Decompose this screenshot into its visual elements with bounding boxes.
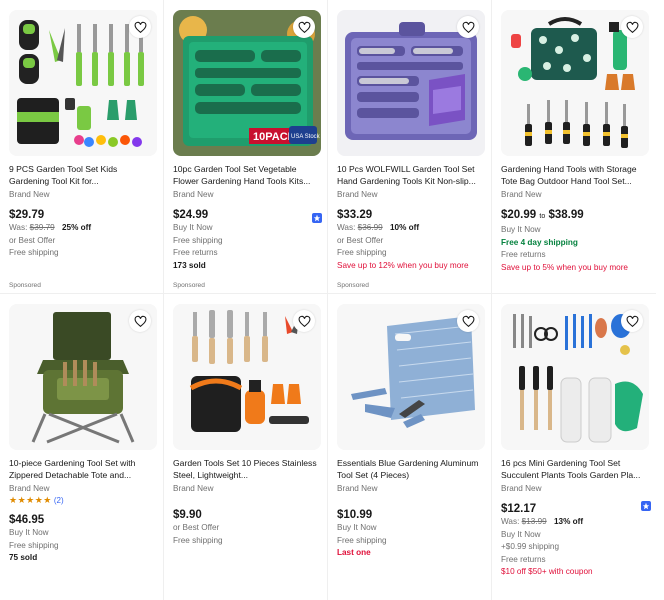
price-range-separator: to (539, 213, 546, 220)
was-label: Was: (9, 223, 28, 232)
buy-it-now-text: Buy It Now (501, 529, 541, 539)
was-label: Was: (501, 517, 520, 526)
was-price: $13.99 (521, 517, 547, 526)
shipping-text: +$0.99 shipping (501, 542, 560, 551)
listing-condition: Brand New (337, 484, 378, 493)
listing-condition: Brand New (173, 190, 214, 199)
search-results-grid: 9 PCS Garden Tool Set Kids Gardening Too… (0, 0, 664, 600)
listing-title[interactable]: 9 PCS Garden Tool Set Kids Gardening Too… (9, 164, 159, 187)
listing-image[interactable] (501, 304, 649, 450)
coupon-text: $10 off $50+ with coupon (501, 567, 593, 576)
shipping-text: Free shipping (9, 248, 59, 257)
watchlist-heart-icon[interactable] (293, 16, 315, 38)
was-price-line: Was: $39.79 25% off (9, 222, 159, 235)
returns-text: Free returns (173, 248, 218, 257)
watchlist-heart-icon[interactable] (457, 16, 479, 38)
listing-title[interactable]: Essentials Blue Gardening Aluminum Tool … (337, 458, 487, 481)
listing-card[interactable]: 10-piece Gardening Tool Set with Zippere… (0, 294, 164, 600)
shipping-text: Free shipping (173, 235, 223, 245)
listing-condition: Brand New (9, 484, 50, 493)
listing-condition: Brand New (501, 190, 542, 199)
listing-title[interactable]: 10-piece Gardening Tool Set with Zippere… (9, 458, 159, 481)
sponsored-label: Sponsored (337, 282, 369, 289)
listing-card[interactable]: Gardening Hand Tools with Storage Tote B… (492, 0, 656, 294)
listing-title[interactable]: 10pc Garden Tool Set Vegetable Flower Ga… (173, 164, 323, 187)
watchlist-heart-icon[interactable] (621, 16, 643, 38)
listing-image[interactable]: 10PACK USA Stock (173, 10, 321, 156)
listing-price: $24.99 (173, 209, 209, 221)
price-high: $38.99 (548, 209, 584, 221)
listing-price: $10.99 (337, 509, 373, 521)
listing-price: $9.90 (173, 509, 202, 521)
sold-count: 75 sold (9, 553, 38, 562)
top-rated-badge-icon (641, 501, 651, 511)
listing-price-range: $20.99 to $38.99 (501, 208, 652, 224)
sponsored-label: Sponsored (9, 282, 41, 289)
listing-image[interactable] (501, 10, 649, 156)
best-offer-text: or Best Offer (173, 523, 220, 532)
discount-badge: 10% off (389, 223, 420, 232)
listing-price: $12.17 (501, 503, 537, 515)
fast-shipping-text: Free 4 day shipping (501, 237, 578, 247)
shipping-text: Free shipping (337, 248, 387, 257)
buy-it-now-text: Buy It Now (337, 523, 377, 532)
watchlist-heart-icon[interactable] (457, 310, 479, 332)
shipping-text: Free shipping (337, 535, 387, 545)
discount-badge: 13% off (553, 517, 584, 526)
listing-condition: Brand New (9, 190, 50, 199)
listing-card[interactable]: 10PACK USA Stock 10pc Garden Tool Set Ve… (164, 0, 328, 294)
sponsored-label: Sponsored (173, 282, 205, 289)
listing-card[interactable]: 16 pcs Mini Gardening Tool Set Succulent… (492, 294, 656, 600)
listing-title[interactable]: Gardening Hand Tools with Storage Tote B… (501, 164, 651, 187)
listing-card[interactable]: 9 PCS Garden Tool Set Kids Gardening Too… (0, 0, 164, 294)
listing-condition: Brand New (501, 484, 542, 493)
listing-price: $29.79 (9, 209, 45, 221)
listing-image[interactable] (337, 304, 485, 450)
best-offer-text: or Best Offer (9, 235, 56, 245)
listing-title[interactable]: Garden Tools Set 10 Pieces Stainless Ste… (173, 458, 323, 481)
was-price: $39.79 (29, 223, 55, 232)
watchlist-heart-icon[interactable] (129, 16, 151, 38)
promo-text: Save up to 12% when you buy more (337, 260, 469, 270)
was-price-line: Was: $36.99 10% off (337, 222, 487, 235)
listing-image[interactable] (173, 304, 321, 450)
watchlist-heart-icon[interactable] (293, 310, 315, 332)
sold-count: 173 sold (173, 260, 206, 270)
listing-image[interactable] (9, 10, 157, 156)
discount-badge: 25% off (61, 223, 92, 232)
listing-card[interactable]: Garden Tools Set 10 Pieces Stainless Ste… (164, 294, 328, 600)
listing-title[interactable]: 10 Pcs WOLFWILL Garden Tool Set Hand Gar… (337, 164, 487, 187)
listing-title[interactable]: 16 pcs Mini Gardening Tool Set Succulent… (501, 458, 651, 481)
top-rated-badge-icon (312, 213, 322, 223)
review-count-link[interactable]: (2) (54, 496, 64, 505)
buy-it-now-text: Buy It Now (501, 225, 541, 234)
last-one-text: Last one (337, 548, 371, 557)
was-label: Was: (337, 223, 356, 232)
watchlist-heart-icon[interactable] (129, 310, 151, 332)
rating-stars[interactable]: ★★★★★ (2) (9, 494, 159, 507)
best-offer-text: or Best Offer (337, 235, 384, 245)
was-price: $36.99 (357, 223, 383, 232)
listing-image[interactable] (337, 10, 485, 156)
shipping-text: Free shipping (173, 535, 223, 545)
listing-price: $33.29 (337, 209, 373, 221)
shipping-text: Free shipping (9, 540, 59, 550)
listing-condition: Brand New (337, 190, 378, 199)
listing-image[interactable] (9, 304, 157, 450)
listing-card[interactable]: 10 Pcs WOLFWILL Garden Tool Set Hand Gar… (328, 0, 492, 294)
stock-label: USA Stock (291, 134, 321, 140)
price-low: $20.99 (501, 209, 537, 221)
buy-it-now-text: Buy It Now (173, 223, 213, 232)
star-icons: ★★★★★ (9, 495, 52, 505)
watchlist-heart-icon[interactable] (621, 310, 643, 332)
buy-it-now-text: Buy It Now (9, 528, 49, 537)
listing-price: $46.95 (9, 514, 45, 526)
returns-text: Free returns (501, 554, 546, 564)
listing-card[interactable]: Essentials Blue Gardening Aluminum Tool … (328, 294, 492, 600)
was-price-line: Was: $13.99 13% off (501, 516, 652, 529)
returns-text: Free returns (501, 250, 546, 259)
listing-condition: Brand New (173, 484, 214, 493)
promo-text: Save up to 5% when you buy more (501, 262, 628, 272)
